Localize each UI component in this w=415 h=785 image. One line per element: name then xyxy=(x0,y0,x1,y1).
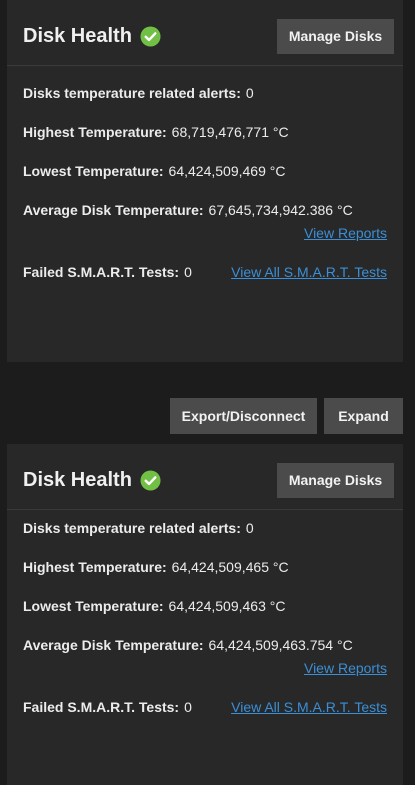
check-circle-icon xyxy=(140,469,161,491)
lowest-temperature-label: Lowest Temperature: xyxy=(23,598,164,614)
average-temperature-label: Average Disk Temperature: xyxy=(23,637,204,653)
failed-smart-label: Failed S.M.A.R.T. Tests: xyxy=(23,264,180,280)
card-title-text: Disk Health xyxy=(23,25,132,47)
check-circle-icon xyxy=(140,25,161,47)
alerts-row: Disks temperature related alerts: 0 xyxy=(23,84,254,102)
card-header: Disk Health Manage Disks xyxy=(7,444,403,510)
alerts-value: 0 xyxy=(245,85,254,101)
card-header: Disk Health Manage Disks xyxy=(7,0,403,66)
alerts-row: Disks temperature related alerts: 0 xyxy=(23,519,254,537)
lowest-temperature-row: Lowest Temperature: 64,424,509,469 °C xyxy=(23,162,285,180)
highest-temperature-value: 68,719,476,771 °C xyxy=(171,124,289,140)
highest-temperature-row: Highest Temperature: 64,424,509,465 °C xyxy=(23,558,289,576)
view-reports-link[interactable]: View Reports xyxy=(304,659,387,677)
alerts-label: Disks temperature related alerts: xyxy=(23,520,241,536)
average-temperature-row: Average Disk Temperature: 64,424,509,463.… xyxy=(23,636,353,654)
view-reports-link[interactable]: View Reports xyxy=(304,224,387,242)
manage-disks-button[interactable]: Manage Disks xyxy=(277,463,394,498)
view-all-smart-tests-link[interactable]: View All S.M.A.R.T. Tests xyxy=(231,698,387,716)
highest-temperature-row: Highest Temperature: 68,719,476,771 °C xyxy=(23,123,289,141)
highest-temperature-label: Highest Temperature: xyxy=(23,124,167,140)
failed-smart-value: 0 xyxy=(184,699,192,715)
lowest-temperature-value: 64,424,509,469 °C xyxy=(168,163,286,179)
lowest-temperature-row: Lowest Temperature: 64,424,509,463 °C xyxy=(23,597,285,615)
card-title-text: Disk Health xyxy=(23,469,132,491)
card-title: Disk Health xyxy=(23,467,161,493)
disk-health-page: Disk Health Manage Disks Disks temperatu… xyxy=(0,0,415,785)
average-temperature-label: Average Disk Temperature: xyxy=(23,202,204,218)
failed-smart-label: Failed S.M.A.R.T. Tests: xyxy=(23,699,180,715)
export-disconnect-button[interactable]: Export/Disconnect xyxy=(170,398,317,434)
failed-smart-row: Failed S.M.A.R.T. Tests: 0 xyxy=(23,698,192,716)
failed-smart-value: 0 xyxy=(184,264,192,280)
average-temperature-value: 67,645,734,942.386 °C xyxy=(208,202,353,218)
highest-temperature-value: 64,424,509,465 °C xyxy=(171,559,289,575)
card-title: Disk Health xyxy=(23,23,161,49)
highest-temperature-label: Highest Temperature: xyxy=(23,559,167,575)
view-all-smart-tests-link[interactable]: View All S.M.A.R.T. Tests xyxy=(231,263,387,281)
average-temperature-value: 64,424,509,463.754 °C xyxy=(208,637,353,653)
alerts-label: Disks temperature related alerts: xyxy=(23,85,241,101)
average-temperature-row: Average Disk Temperature: 67,645,734,942.… xyxy=(23,201,353,219)
disk-health-card: Disk Health Manage Disks Disks temperatu… xyxy=(7,0,403,362)
disk-health-card: Disk Health Manage Disks Disks temperatu… xyxy=(7,444,403,785)
lowest-temperature-value: 64,424,509,463 °C xyxy=(168,598,286,614)
alerts-value: 0 xyxy=(245,520,254,536)
failed-smart-row: Failed S.M.A.R.T. Tests: 0 xyxy=(23,263,192,281)
lowest-temperature-label: Lowest Temperature: xyxy=(23,163,164,179)
expand-button[interactable]: Expand xyxy=(324,398,403,434)
manage-disks-button[interactable]: Manage Disks xyxy=(277,19,394,54)
